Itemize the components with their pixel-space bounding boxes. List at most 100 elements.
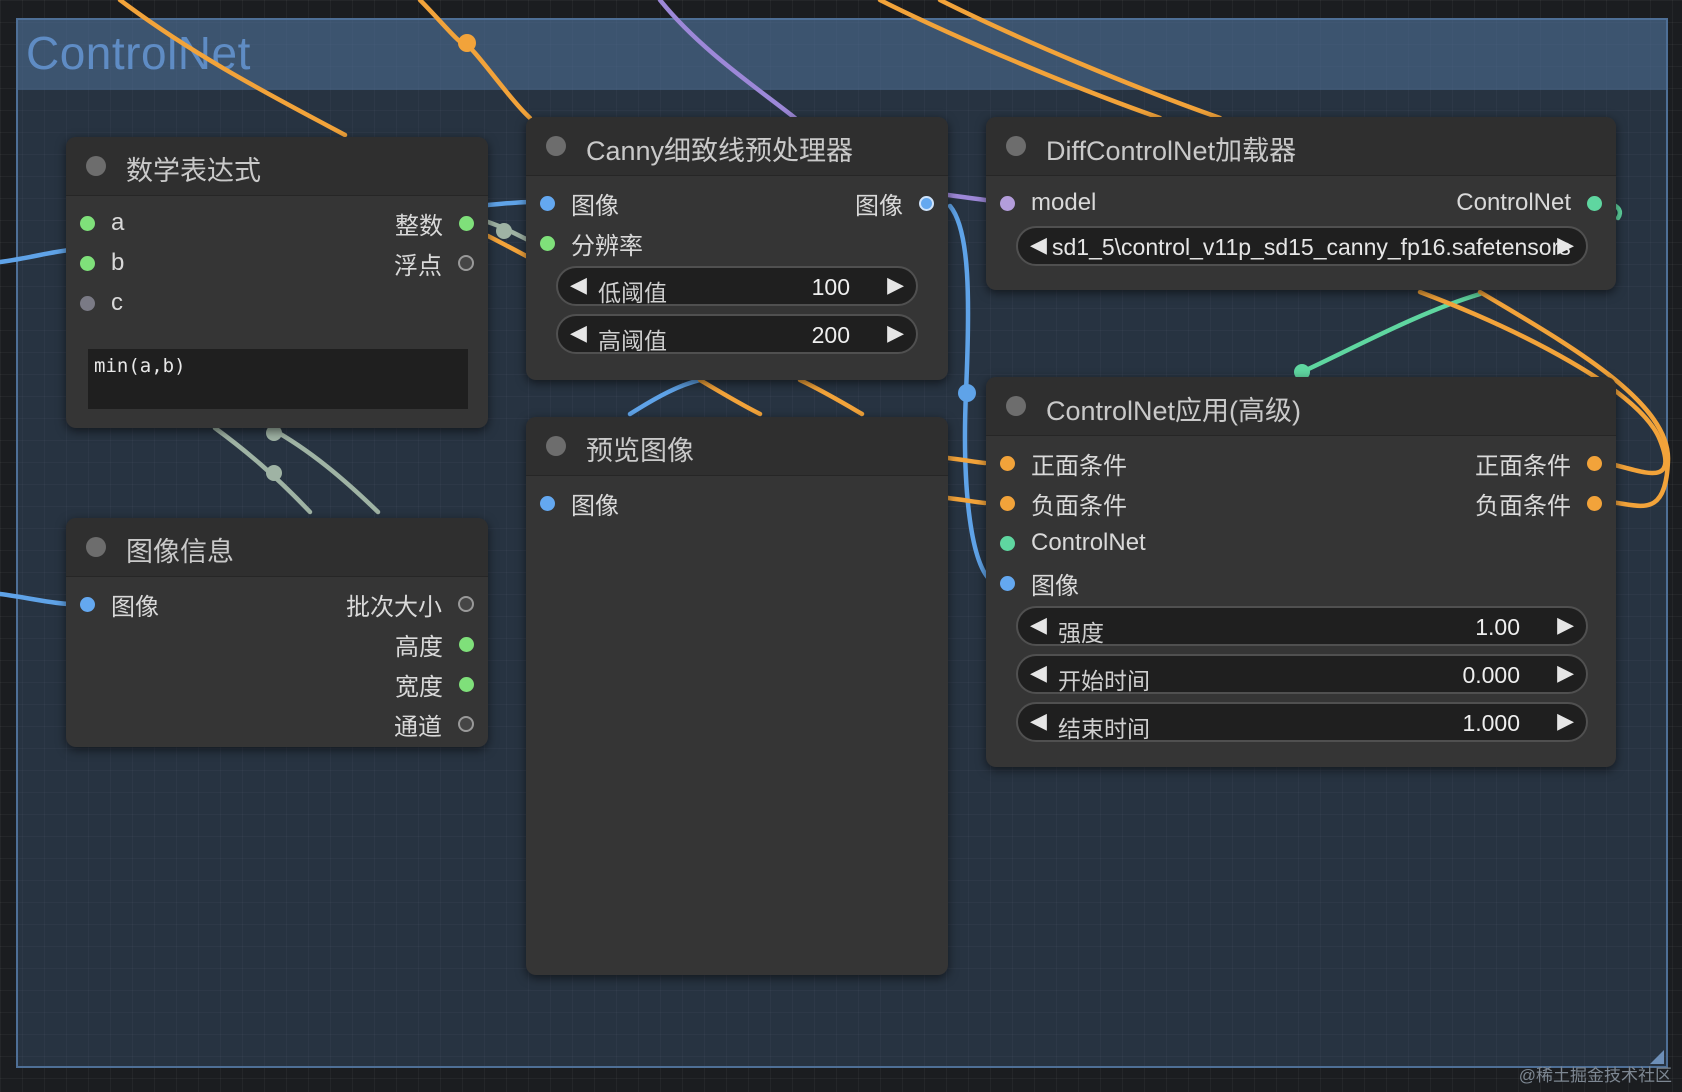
node-diff-controlnet-loader[interactable]: DiffControlNet加载器 model ControlNet ◀ sd1…: [986, 117, 1616, 290]
node-header[interactable]: 预览图像: [526, 417, 948, 476]
node-header[interactable]: 数学表达式: [66, 137, 488, 196]
controlnet-name-combo[interactable]: ◀ sd1_5\control_v11p_sd15_canny_fp16.saf…: [1016, 226, 1588, 266]
increment-arrow-icon[interactable]: ▶: [1557, 232, 1574, 258]
slot-label: 通道: [394, 713, 442, 741]
input-slot-resolution[interactable]: 分辨率: [540, 227, 643, 260]
collapse-dot[interactable]: [546, 136, 566, 156]
widget-value[interactable]: 1.00: [1475, 614, 1520, 641]
slot-label: 分辨率: [571, 232, 643, 260]
input-slot-image[interactable]: 图像: [540, 187, 619, 220]
node-graph-canvas[interactable]: ControlNet 数学表达式 a b c 整数 浮点 min(a,b) 图像…: [0, 0, 1682, 1092]
node-canny-preprocessor[interactable]: Canny细致线预处理器 图像 分辨率 图像 ◀ 低阈值 100 ▶ ◀ 高阈值…: [526, 117, 948, 380]
input-slot-image[interactable]: 图像: [540, 487, 619, 520]
decrement-arrow-icon[interactable]: ◀: [1030, 660, 1047, 686]
model-socket-icon[interactable]: [1000, 195, 1015, 211]
increment-arrow-icon[interactable]: ▶: [1557, 612, 1574, 638]
image-socket-icon[interactable]: [540, 495, 555, 511]
increment-arrow-icon[interactable]: ▶: [1557, 708, 1574, 734]
increment-arrow-icon[interactable]: ▶: [887, 272, 904, 298]
input-slot-image[interactable]: 图像: [80, 588, 159, 621]
node-title: 预览图像: [586, 436, 694, 466]
input-slot-c[interactable]: c: [80, 287, 123, 319]
output-slot-controlnet[interactable]: ControlNet: [1456, 187, 1602, 219]
node-controlnet-apply-advanced[interactable]: ControlNet应用(高级) 正面条件 负面条件 ControlNet 图像…: [986, 377, 1616, 767]
int-socket-icon[interactable]: [80, 255, 95, 271]
conditioning-socket-icon[interactable]: [1000, 455, 1015, 471]
expression-textarea[interactable]: min(a,b): [88, 349, 468, 409]
output-slot-channels[interactable]: 通道: [394, 708, 474, 741]
output-slot-int[interactable]: 整数: [395, 207, 474, 240]
combo-value[interactable]: sd1_5\control_v11p_sd15_canny_fp16.safet…: [1052, 234, 1571, 261]
reroute-dot-blue[interactable]: [958, 384, 976, 402]
node-math-expression[interactable]: 数学表达式 a b c 整数 浮点 min(a,b): [66, 137, 488, 428]
float-socket-icon[interactable]: [458, 716, 474, 732]
int-socket-icon[interactable]: [459, 636, 474, 652]
slot-label: 宽度: [395, 673, 443, 701]
widget-value[interactable]: 200: [812, 322, 850, 349]
unconnected-socket-icon[interactable]: [80, 295, 95, 311]
decrement-arrow-icon[interactable]: ◀: [1030, 232, 1047, 258]
output-slot-image[interactable]: 图像: [855, 187, 934, 220]
node-header[interactable]: ControlNet应用(高级): [986, 377, 1616, 436]
input-slot-controlnet[interactable]: ControlNet: [1000, 527, 1146, 559]
collapse-dot[interactable]: [86, 156, 106, 176]
low-threshold-widget[interactable]: ◀ 低阈值 100 ▶: [556, 266, 918, 306]
end-percent-widget[interactable]: ◀ 结束时间 1.000 ▶: [1016, 702, 1588, 742]
node-title: DiffControlNet加载器: [1046, 136, 1297, 166]
output-slot-float[interactable]: 浮点: [394, 247, 474, 280]
widget-value[interactable]: 0.000: [1462, 662, 1520, 689]
reroute-dot-orange[interactable]: [458, 34, 476, 52]
float-socket-icon[interactable]: [458, 596, 474, 612]
start-percent-widget[interactable]: ◀ 开始时间 0.000 ▶: [1016, 654, 1588, 694]
image-socket-icon[interactable]: [540, 195, 555, 211]
input-slot-positive[interactable]: 正面条件: [1000, 447, 1127, 480]
decrement-arrow-icon[interactable]: ◀: [1030, 612, 1047, 638]
input-slot-image[interactable]: 图像: [1000, 567, 1079, 600]
reroute-dot-gray-3[interactable]: [266, 465, 282, 481]
input-slot-a[interactable]: a: [80, 207, 124, 239]
node-image-info[interactable]: 图像信息 图像 批次大小 高度 宽度 通道: [66, 518, 488, 747]
output-slot-width[interactable]: 宽度: [395, 668, 474, 701]
node-header[interactable]: 图像信息: [66, 518, 488, 577]
conditioning-socket-icon[interactable]: [1587, 455, 1602, 471]
collapse-dot[interactable]: [546, 436, 566, 456]
int-socket-icon[interactable]: [540, 235, 555, 251]
widget-value[interactable]: 100: [812, 274, 850, 301]
node-preview-image[interactable]: 预览图像 图像: [526, 417, 948, 975]
int-socket-icon[interactable]: [80, 215, 95, 231]
node-header[interactable]: DiffControlNet加载器: [986, 117, 1616, 176]
float-socket-icon[interactable]: [458, 255, 474, 271]
strength-widget[interactable]: ◀ 强度 1.00 ▶: [1016, 606, 1588, 646]
conditioning-socket-icon[interactable]: [1587, 495, 1602, 511]
increment-arrow-icon[interactable]: ▶: [1557, 660, 1574, 686]
widget-value[interactable]: 1.000: [1462, 710, 1520, 737]
decrement-arrow-icon[interactable]: ◀: [570, 320, 587, 346]
input-slot-model[interactable]: model: [1000, 187, 1096, 219]
node-title: 数学表达式: [126, 156, 261, 186]
group-header[interactable]: ControlNet: [18, 20, 1666, 90]
controlnet-socket-icon[interactable]: [1000, 535, 1015, 551]
decrement-arrow-icon[interactable]: ◀: [1030, 708, 1047, 734]
image-socket-icon[interactable]: [1000, 575, 1015, 591]
input-slot-b[interactable]: b: [80, 247, 124, 279]
collapse-dot[interactable]: [1006, 396, 1026, 416]
int-socket-icon[interactable]: [459, 215, 474, 231]
increment-arrow-icon[interactable]: ▶: [887, 320, 904, 346]
image-socket-icon[interactable]: [80, 596, 95, 612]
conditioning-socket-icon[interactable]: [1000, 495, 1015, 511]
input-slot-negative[interactable]: 负面条件: [1000, 487, 1127, 520]
output-slot-negative[interactable]: 负面条件: [1475, 487, 1602, 520]
controlnet-socket-icon[interactable]: [1587, 195, 1602, 211]
image-socket-icon[interactable]: [919, 195, 934, 211]
decrement-arrow-icon[interactable]: ◀: [570, 272, 587, 298]
output-slot-height[interactable]: 高度: [395, 628, 474, 661]
collapse-dot[interactable]: [86, 537, 106, 557]
collapse-dot[interactable]: [1006, 136, 1026, 156]
high-threshold-widget[interactable]: ◀ 高阈值 200 ▶: [556, 314, 918, 354]
node-header[interactable]: Canny细致线预处理器: [526, 117, 948, 176]
widget-label: 结束时间: [1058, 716, 1150, 742]
reroute-dot-gray-1[interactable]: [496, 223, 512, 239]
output-slot-batch-size[interactable]: 批次大小: [346, 588, 474, 621]
output-slot-positive[interactable]: 正面条件: [1475, 447, 1602, 480]
int-socket-icon[interactable]: [459, 676, 474, 692]
